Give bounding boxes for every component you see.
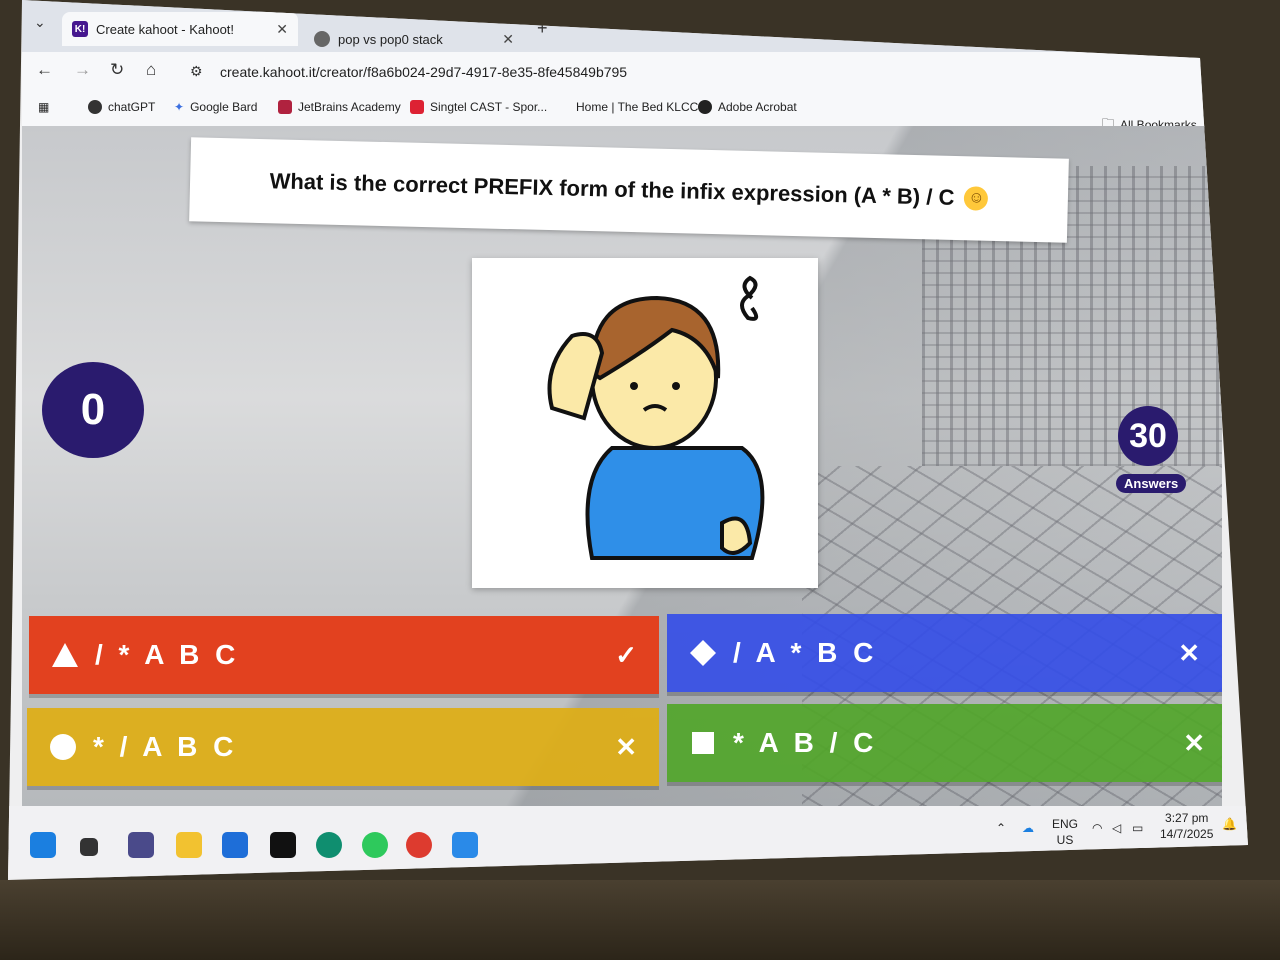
bookmark-label: JetBrains Academy [298,100,401,114]
task-view-icon[interactable] [80,838,98,856]
square-icon [689,729,717,757]
onedrive-cloud-icon[interactable]: ☁ [1022,820,1034,836]
volume-icon[interactable]: ◁ [1112,820,1121,836]
time: 3:27 pm [1165,811,1209,825]
timer-counter: 0 [42,362,144,458]
answer-text: / * A B C [95,639,240,670]
question-text: What is the correct PREFIX form of the i… [269,168,955,210]
openai-favicon-icon [314,31,330,47]
back-icon[interactable]: ← [36,60,53,80]
whatsapp-icon[interactable] [362,832,388,858]
projected-screen: ⌄ K! Create kahoot - Kahoot! ✕ pop vs po… [8,0,1248,880]
site-settings-icon[interactable]: ⚙ [190,63,203,80]
bookmark-adobe-acrobat[interactable]: Adobe Acrobat [698,100,797,114]
store-icon[interactable] [222,832,248,858]
kahoot-favicon-icon: K! [72,21,88,37]
bookmarks-bar: ▦ chatGPT ✦ Google Bard JetBrains Academ… [22,92,1207,132]
new-tab-button[interactable]: + [537,18,548,39]
bookmark-label: Home | The Bed KLCC [576,100,699,114]
battery-icon[interactable]: ▭ [1132,820,1143,836]
language-indicator[interactable]: ENG US [1052,816,1078,848]
show-hidden-icons-chevron-icon[interactable]: ⌃ [996,820,1006,836]
bookmark-jetbrains[interactable]: JetBrains Academy [278,100,401,114]
apps-grid-icon[interactable]: ▦ [38,100,49,114]
bookmark-label: Google Bard [190,100,258,114]
home-icon[interactable]: ⌂ [146,60,156,80]
windows-start-icon[interactable] [30,832,56,858]
tab-title: pop vs pop0 stack [338,31,443,47]
answer-text: / A * B C [733,637,878,668]
forward-icon[interactable]: → [74,60,91,80]
close-tab-icon[interactable]: ✕ [276,21,288,38]
circle-icon [49,733,77,761]
acrobat-icon [698,100,712,114]
tab-search-chevron-icon[interactable]: ⌄ [34,14,46,31]
correct-check-icon[interactable]: ✓ [615,640,637,671]
date: 14/7/2025 [1160,827,1214,841]
reload-icon[interactable]: ↻ [110,60,124,80]
tab-title: Create kahoot - Kahoot! [96,21,235,37]
answers-label: Answers [1116,474,1187,493]
close-tab-icon[interactable]: ✕ [502,31,514,48]
bard-sparkle-icon: ✦ [174,100,185,114]
jetbrains-icon [278,100,292,114]
language: ENG [1052,817,1079,831]
windows-taskbar: ⌃ ☁ ENG US ◠ ◁ ▭ 3:27 pm 14/7/2025 🔔 [8,806,1248,878]
edge-icon[interactable] [316,832,342,858]
smiling-emoji-icon: ☺ [964,186,989,211]
incorrect-x-icon[interactable]: ✕ [1178,638,1200,669]
bookmark-singtel[interactable]: Singtel CAST - Spor... [410,100,547,114]
widgets-icon[interactable] [128,832,154,858]
answer-option-red[interactable]: / * A B C ✓ [29,616,659,694]
chrome-icon[interactable] [406,832,432,858]
confused-person-illustration [547,275,765,560]
notification-bell-icon[interactable]: 🔔 [1222,816,1237,832]
bookmark-label: chatGPT [108,100,156,114]
bookmark-label: Adobe Acrobat [718,100,797,114]
bookmark-google-bard[interactable]: ✦ Google Bard [174,100,257,114]
answer-text: * / A B C [93,731,238,762]
incorrect-x-icon[interactable]: ✕ [615,732,637,763]
bookmark-label: Singtel CAST - Spor... [430,100,548,114]
incorrect-x-icon[interactable]: ✕ [1183,728,1205,759]
bookmark-the-bed[interactable]: Home | The Bed KLCC [576,100,698,114]
clock[interactable]: 3:27 pm 14/7/2025 [1160,810,1213,842]
pycharm-icon[interactable] [270,832,296,858]
answer-option-blue[interactable]: / A * B C ✕ [667,614,1222,692]
singtel-icon [410,100,424,114]
file-explorer-icon[interactable] [176,832,202,858]
answer-option-green[interactable]: * A B / C ✕ [667,704,1222,782]
bookmark-chatgpt[interactable]: chatGPT [88,100,155,114]
triangle-icon [51,641,79,669]
diamond-icon [689,639,717,667]
answer-option-yellow[interactable]: * / A B C ✕ [27,708,659,786]
question-box: What is the correct PREFIX form of the i… [189,137,1069,243]
projection-wall [0,880,1280,960]
answers-count: 30 [1118,406,1178,466]
answer-text: * A B / C [733,727,878,758]
chatgpt-icon [88,100,102,114]
tab-create-kahoot[interactable]: K! Create kahoot - Kahoot! ✕ [62,12,298,46]
question-image [472,258,818,588]
browser-tab-bar: ⌄ K! Create kahoot - Kahoot! ✕ pop vs po… [22,0,1222,94]
wifi-icon[interactable]: ◠ [1092,820,1102,836]
browser-nav-bar: ← → ↻ ⌂ ⚙ create.kahoot.it/creator/f8a6b… [22,52,1207,135]
remote-desktop-icon[interactable] [452,832,478,858]
tab-pop-stack[interactable]: pop vs pop0 stack ✕ [304,22,524,56]
region: US [1056,833,1074,847]
kahoot-preview: What is the correct PREFIX form of the i… [22,126,1222,806]
address-bar[interactable]: create.kahoot.it/creator/f8a6b024-29d7-4… [220,64,627,80]
